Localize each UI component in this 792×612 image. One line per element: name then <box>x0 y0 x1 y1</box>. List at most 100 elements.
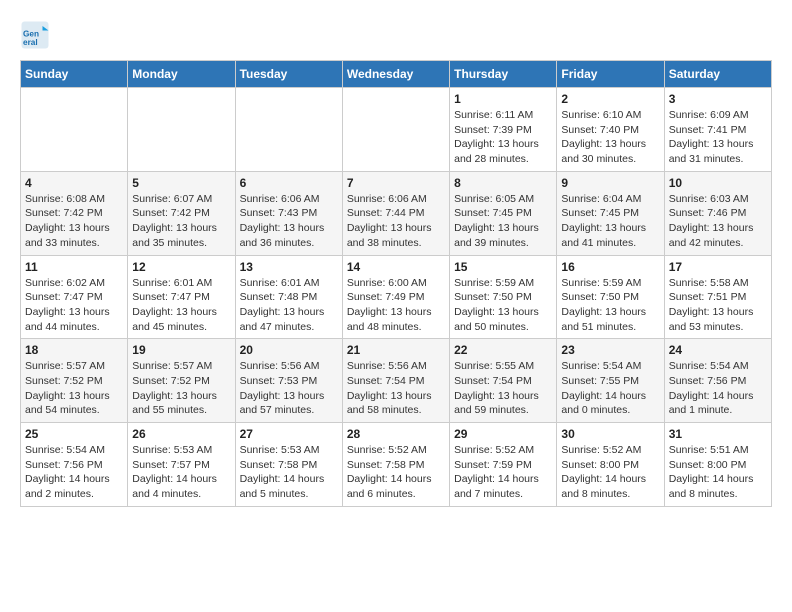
logo-icon: Gen eral <box>20 20 50 50</box>
day-number: 28 <box>347 427 445 441</box>
day-number: 8 <box>454 176 552 190</box>
calendar-cell: 20 Sunrise: 5:56 AM Sunset: 7:53 PM Dayli… <box>235 339 342 423</box>
day-number: 25 <box>25 427 123 441</box>
day-info: Sunrise: 5:57 AM Sunset: 7:52 PM Dayligh… <box>132 359 230 418</box>
calendar-cell: 3 Sunrise: 6:09 AM Sunset: 7:41 PM Daylig… <box>664 88 771 172</box>
day-number: 3 <box>669 92 767 106</box>
day-number: 10 <box>669 176 767 190</box>
calendar-cell: 18 Sunrise: 5:57 AM Sunset: 7:52 PM Dayli… <box>21 339 128 423</box>
calendar-cell: 23Sunrise: 5:54 AM Sunset: 7:55 PM Dayli… <box>557 339 664 423</box>
day-info: Sunrise: 6:03 AM Sunset: 7:46 PM Dayligh… <box>669 192 767 251</box>
day-header-wednesday: Wednesday <box>342 61 449 88</box>
day-info: Sunrise: 6:08 AM Sunset: 7:42 PM Dayligh… <box>25 192 123 251</box>
calendar-cell: 7 Sunrise: 6:06 AM Sunset: 7:44 PM Daylig… <box>342 171 449 255</box>
day-number: 27 <box>240 427 338 441</box>
calendar-cell: 12 Sunrise: 6:01 AM Sunset: 7:47 PM Dayli… <box>128 255 235 339</box>
day-info: Sunrise: 5:52 AM Sunset: 8:00 PM Dayligh… <box>561 443 659 502</box>
day-number: 17 <box>669 260 767 274</box>
calendar-cell: 19Sunrise: 5:57 AM Sunset: 7:52 PM Dayli… <box>128 339 235 423</box>
day-info: Sunrise: 5:53 AM Sunset: 7:57 PM Dayligh… <box>132 443 230 502</box>
day-header-thursday: Thursday <box>450 61 557 88</box>
day-info: Sunrise: 6:02 AM Sunset: 7:47 PM Dayligh… <box>25 276 123 335</box>
day-info: Sunrise: 5:58 AM Sunset: 7:51 PM Dayligh… <box>669 276 767 335</box>
calendar-cell <box>235 88 342 172</box>
day-number: 2 <box>561 92 659 106</box>
day-info: Sunrise: 6:05 AM Sunset: 7:45 PM Dayligh… <box>454 192 552 251</box>
calendar-cell: 22 Sunrise: 5:55 AM Sunset: 7:54 PM Dayli… <box>450 339 557 423</box>
day-info: Sunrise: 5:52 AM Sunset: 7:59 PM Dayligh… <box>454 443 552 502</box>
calendar-cell: 16 Sunrise: 5:59 AM Sunset: 7:50 PM Dayli… <box>557 255 664 339</box>
day-header-friday: Friday <box>557 61 664 88</box>
day-info: Sunrise: 6:01 AM Sunset: 7:48 PM Dayligh… <box>240 276 338 335</box>
day-number: 18 <box>25 343 123 357</box>
calendar-cell: 17 Sunrise: 5:58 AM Sunset: 7:51 PM Dayli… <box>664 255 771 339</box>
day-number: 9 <box>561 176 659 190</box>
calendar-cell: 26 Sunrise: 5:53 AM Sunset: 7:57 PM Dayli… <box>128 423 235 507</box>
day-number: 4 <box>25 176 123 190</box>
day-header-sunday: Sunday <box>21 61 128 88</box>
day-number: 24 <box>669 343 767 357</box>
day-info: Sunrise: 6:10 AM Sunset: 7:40 PM Dayligh… <box>561 108 659 167</box>
calendar-cell: 9 Sunrise: 6:04 AM Sunset: 7:45 PM Daylig… <box>557 171 664 255</box>
day-info: Sunrise: 6:01 AM Sunset: 7:47 PM Dayligh… <box>132 276 230 335</box>
day-info: Sunrise: 5:59 AM Sunset: 7:50 PM Dayligh… <box>561 276 659 335</box>
day-info: Sunrise: 5:57 AM Sunset: 7:52 PM Dayligh… <box>25 359 123 418</box>
calendar-cell: 14 Sunrise: 6:00 AM Sunset: 7:49 PM Dayli… <box>342 255 449 339</box>
day-info: Sunrise: 6:07 AM Sunset: 7:42 PM Dayligh… <box>132 192 230 251</box>
day-number: 11 <box>25 260 123 274</box>
calendar-cell <box>128 88 235 172</box>
day-number: 23 <box>561 343 659 357</box>
day-number: 21 <box>347 343 445 357</box>
calendar-cell: 10 Sunrise: 6:03 AM Sunset: 7:46 PM Dayli… <box>664 171 771 255</box>
day-info: Sunrise: 5:55 AM Sunset: 7:54 PM Dayligh… <box>454 359 552 418</box>
calendar-cell <box>21 88 128 172</box>
day-number: 14 <box>347 260 445 274</box>
day-header-tuesday: Tuesday <box>235 61 342 88</box>
day-number: 12 <box>132 260 230 274</box>
day-number: 7 <box>347 176 445 190</box>
day-number: 31 <box>669 427 767 441</box>
day-info: Sunrise: 6:04 AM Sunset: 7:45 PM Dayligh… <box>561 192 659 251</box>
calendar-cell: 8 Sunrise: 6:05 AM Sunset: 7:45 PM Daylig… <box>450 171 557 255</box>
calendar-cell: 1Sunrise: 6:11 AM Sunset: 7:39 PM Daylig… <box>450 88 557 172</box>
day-info: Sunrise: 6:06 AM Sunset: 7:43 PM Dayligh… <box>240 192 338 251</box>
calendar-cell: 30 Sunrise: 5:52 AM Sunset: 8:00 PM Dayli… <box>557 423 664 507</box>
day-info: Sunrise: 6:00 AM Sunset: 7:49 PM Dayligh… <box>347 276 445 335</box>
day-number: 30 <box>561 427 659 441</box>
day-info: Sunrise: 5:54 AM Sunset: 7:56 PM Dayligh… <box>669 359 767 418</box>
day-number: 26 <box>132 427 230 441</box>
day-info: Sunrise: 5:54 AM Sunset: 7:56 PM Dayligh… <box>25 443 123 502</box>
day-number: 13 <box>240 260 338 274</box>
day-info: Sunrise: 6:06 AM Sunset: 7:44 PM Dayligh… <box>347 192 445 251</box>
calendar-cell: 31 Sunrise: 5:51 AM Sunset: 8:00 PM Dayli… <box>664 423 771 507</box>
calendar-cell: 6 Sunrise: 6:06 AM Sunset: 7:43 PM Daylig… <box>235 171 342 255</box>
day-number: 22 <box>454 343 552 357</box>
calendar-cell: 11 Sunrise: 6:02 AM Sunset: 7:47 PM Dayli… <box>21 255 128 339</box>
day-info: Sunrise: 5:59 AM Sunset: 7:50 PM Dayligh… <box>454 276 552 335</box>
day-info: Sunrise: 5:52 AM Sunset: 7:58 PM Dayligh… <box>347 443 445 502</box>
calendar-cell: 29Sunrise: 5:52 AM Sunset: 7:59 PM Dayli… <box>450 423 557 507</box>
svg-text:eral: eral <box>23 38 38 47</box>
day-info: Sunrise: 6:09 AM Sunset: 7:41 PM Dayligh… <box>669 108 767 167</box>
calendar-cell: 21 Sunrise: 5:56 AM Sunset: 7:54 PM Dayli… <box>342 339 449 423</box>
day-number: 6 <box>240 176 338 190</box>
day-info: Sunrise: 6:11 AM Sunset: 7:39 PM Dayligh… <box>454 108 552 167</box>
calendar-cell: 13 Sunrise: 6:01 AM Sunset: 7:48 PM Dayli… <box>235 255 342 339</box>
day-info: Sunrise: 5:56 AM Sunset: 7:53 PM Dayligh… <box>240 359 338 418</box>
calendar-cell: 27 Sunrise: 5:53 AM Sunset: 7:58 PM Dayli… <box>235 423 342 507</box>
calendar-cell <box>342 88 449 172</box>
day-number: 20 <box>240 343 338 357</box>
day-info: Sunrise: 5:53 AM Sunset: 7:58 PM Dayligh… <box>240 443 338 502</box>
day-number: 16 <box>561 260 659 274</box>
calendar-cell: 15 Sunrise: 5:59 AM Sunset: 7:50 PM Dayli… <box>450 255 557 339</box>
calendar-cell: 28 Sunrise: 5:52 AM Sunset: 7:58 PM Dayli… <box>342 423 449 507</box>
calendar-cell: 25 Sunrise: 5:54 AM Sunset: 7:56 PM Dayli… <box>21 423 128 507</box>
day-number: 5 <box>132 176 230 190</box>
header: Gen eral <box>20 20 772 50</box>
day-number: 15 <box>454 260 552 274</box>
logo: Gen eral <box>20 20 54 50</box>
day-info: Sunrise: 5:51 AM Sunset: 8:00 PM Dayligh… <box>669 443 767 502</box>
day-header-monday: Monday <box>128 61 235 88</box>
calendar-cell: 2 Sunrise: 6:10 AM Sunset: 7:40 PM Daylig… <box>557 88 664 172</box>
day-info: Sunrise: 5:56 AM Sunset: 7:54 PM Dayligh… <box>347 359 445 418</box>
